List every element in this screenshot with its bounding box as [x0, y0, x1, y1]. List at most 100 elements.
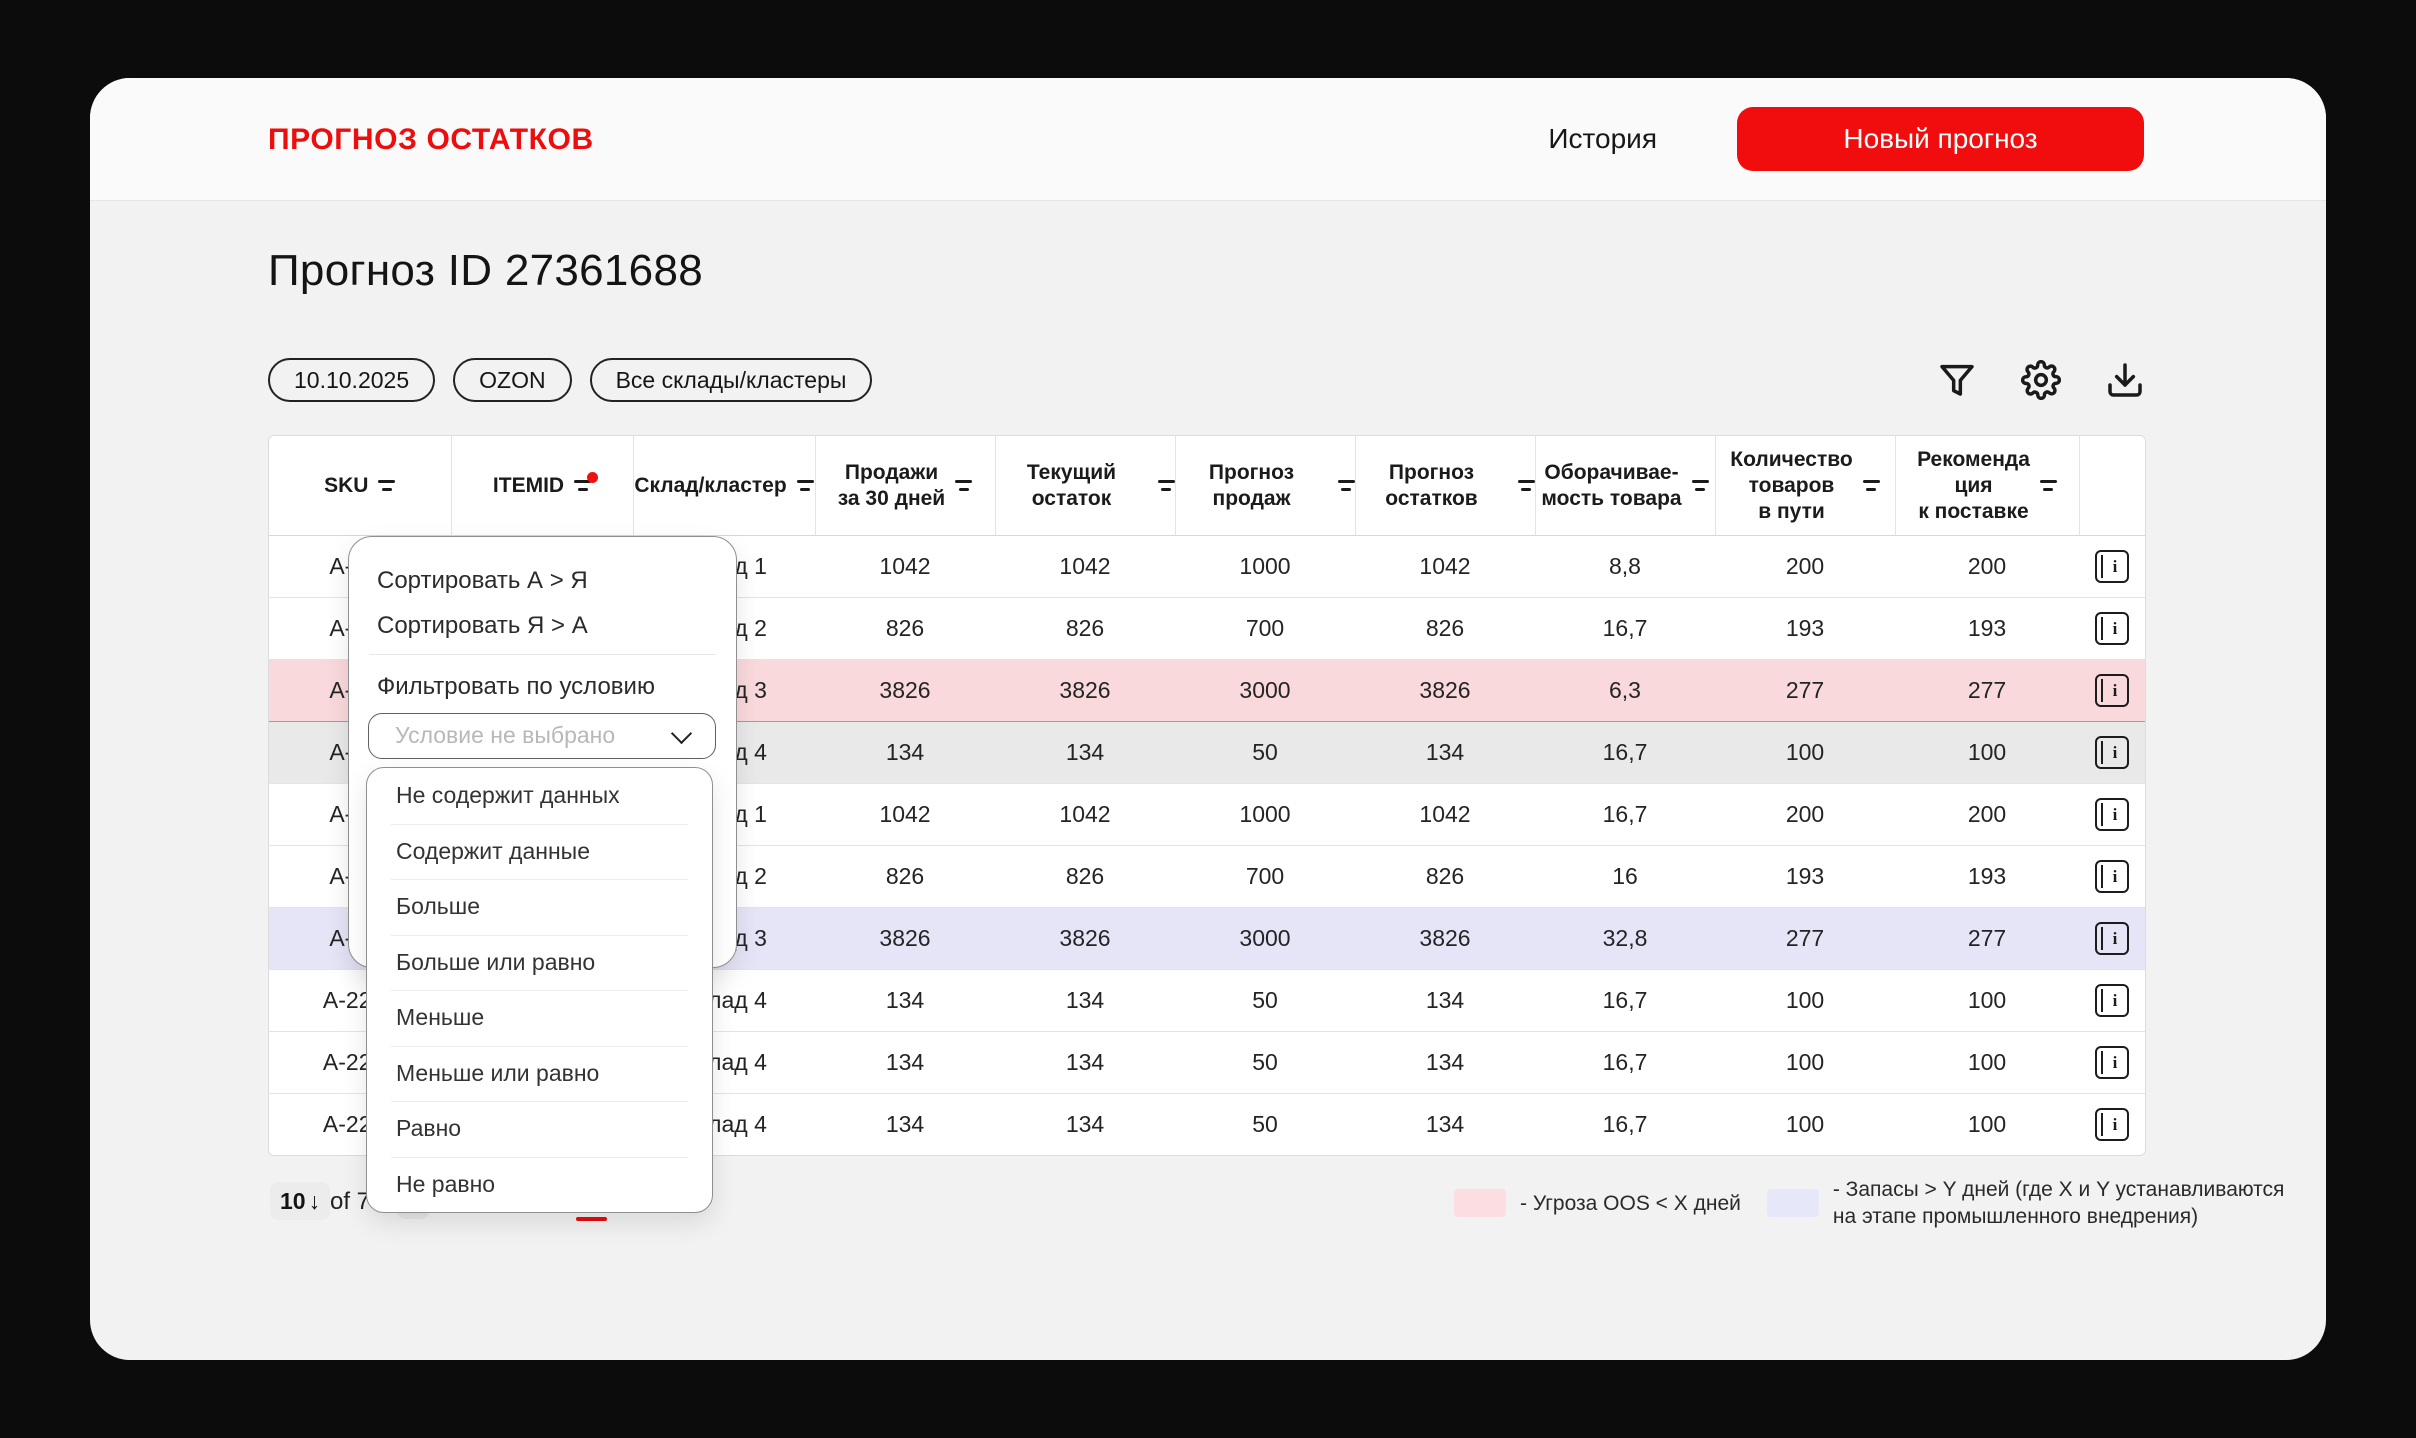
column-filter-icon[interactable] [1863, 480, 1880, 491]
condition-select[interactable]: Условие не выбрано [368, 713, 716, 759]
cell-current_stock: 134 [995, 1032, 1175, 1094]
app-window: ПРОГНОЗ ОСТАТКОВ История Новый прогноз П… [90, 78, 2326, 1360]
download-icon[interactable] [2104, 360, 2146, 402]
cell-sales_30d: 134 [815, 970, 995, 1032]
col-header-рекоменда-ция-к-поставке: Рекоменда ция к поставке [1895, 436, 2079, 536]
condition-option-1[interactable]: Содержит данные [367, 824, 712, 880]
topbar: ПРОГНОЗ ОСТАТКОВ История Новый прогноз [90, 78, 2326, 201]
col-header-label: Продажи за 30 дней [838, 460, 945, 512]
condition-option-2[interactable]: Больше [367, 879, 712, 935]
col-header-текущий-остаток: Текущий остаток [995, 436, 1175, 536]
col-header-label: Рекоменда ция к поставке [1917, 447, 2030, 525]
column-filter-icon[interactable] [1518, 480, 1535, 491]
column-filter-icon[interactable] [955, 480, 972, 491]
cell-supply_recommendation: 100 [1895, 1032, 2079, 1094]
column-filter-icon[interactable] [797, 480, 814, 491]
col-header-склад/кластер: Склад/кластер [633, 436, 815, 536]
table-toolbar [1936, 360, 2146, 402]
menu-item-sort-za[interactable]: Сортировать Я > А [349, 606, 736, 646]
cell-current_stock: 3826 [995, 660, 1175, 722]
filter-chip-2[interactable]: Все склады/кластеры [590, 358, 873, 402]
col-header-actions [2079, 436, 2145, 536]
legend-item-1: - Запасы > Y дней (где X и Y устанавлива… [1767, 1176, 2285, 1230]
cell-sales_forecast: 50 [1175, 970, 1355, 1032]
page-title: Прогноз ID 27361688 [268, 246, 703, 296]
cell-current_stock: 134 [995, 1094, 1175, 1156]
col-header-label: Оборачивае- мость товара [1541, 460, 1681, 512]
row-info-button[interactable]: i [2095, 1046, 2129, 1079]
row-info-button[interactable]: i [2095, 860, 2129, 893]
settings-gear-icon[interactable] [2020, 360, 2062, 402]
row-info-button[interactable]: i [2095, 674, 2129, 707]
menu-item-sort-az[interactable]: Сортировать А > Я [349, 561, 736, 601]
col-header-label: Прогноз остатков [1356, 460, 1508, 512]
cell-supply_recommendation: 100 [1895, 1094, 2079, 1156]
row-info-button[interactable]: i [2095, 550, 2129, 583]
active-filter-dot [587, 472, 598, 483]
cell-current_stock: 134 [995, 970, 1175, 1032]
cell-turnover: 32,8 [1535, 908, 1715, 970]
cell-actions: i [2079, 1094, 2145, 1156]
cell-sales_forecast: 50 [1175, 722, 1355, 784]
row-info-button[interactable]: i [2095, 1108, 2129, 1141]
row-info-button[interactable]: i [2095, 736, 2129, 769]
column-filter-icon[interactable] [574, 480, 591, 491]
condition-option-4[interactable]: Меньше [367, 990, 712, 1046]
cell-sales_30d: 3826 [815, 660, 995, 722]
condition-option-5[interactable]: Меньше или равно [367, 1046, 712, 1102]
cell-turnover: 16 [1535, 846, 1715, 908]
cell-actions: i [2079, 970, 2145, 1032]
legend-label: - Угроза OOS < X дней [1520, 1190, 1741, 1217]
col-header-label: SKU [324, 473, 368, 499]
cell-supply_recommendation: 200 [1895, 536, 2079, 598]
cell-actions: i [2079, 598, 2145, 660]
col-header-label: Прогноз продаж [1176, 460, 1328, 512]
cell-stock_forecast: 134 [1355, 1032, 1535, 1094]
table-header-row: SKUITEMIDСклад/кластерПродажи за 30 дней… [269, 436, 2145, 536]
cell-in_transit: 100 [1715, 970, 1895, 1032]
nav-history-link[interactable]: История [1548, 123, 1657, 155]
filter-icon[interactable] [1936, 360, 1978, 402]
cell-actions: i [2079, 536, 2145, 598]
cell-sales_forecast: 50 [1175, 1094, 1355, 1156]
condition-option-6[interactable]: Равно [367, 1101, 712, 1157]
filter-chip-1[interactable]: OZON [453, 358, 571, 402]
row-color-legend: - Угроза OOS < X дней - Запасы > Y дней (… [1454, 1176, 2284, 1230]
chevron-down-icon [671, 723, 692, 744]
col-header-label: Количество товаров в пути [1730, 447, 1852, 525]
row-info-button[interactable]: i [2095, 922, 2129, 955]
cell-stock_forecast: 1042 [1355, 536, 1535, 598]
cell-in_transit: 200 [1715, 536, 1895, 598]
cell-turnover: 8,8 [1535, 536, 1715, 598]
info-document-icon: i [2095, 550, 2129, 583]
row-info-button[interactable]: i [2095, 612, 2129, 645]
info-document-icon: i [2095, 860, 2129, 893]
cell-supply_recommendation: 193 [1895, 598, 2079, 660]
page-size-selector[interactable]: 10↓ [270, 1182, 330, 1220]
cell-sales_30d: 826 [815, 598, 995, 660]
filter-chip-0[interactable]: 10.10.2025 [268, 358, 435, 402]
cell-sales_30d: 1042 [815, 784, 995, 846]
column-filter-icon[interactable] [378, 480, 395, 491]
column-filter-icon[interactable] [1692, 480, 1709, 491]
column-filter-icon[interactable] [2040, 480, 2057, 491]
row-info-button[interactable]: i [2095, 798, 2129, 831]
cell-sales_30d: 134 [815, 1094, 995, 1156]
cell-current_stock: 1042 [995, 536, 1175, 598]
screen: ПРОГНОЗ ОСТАТКОВ История Новый прогноз П… [0, 0, 2416, 1438]
cell-in_transit: 193 [1715, 598, 1895, 660]
column-filter-icon[interactable] [1158, 480, 1175, 491]
cell-supply_recommendation: 277 [1895, 660, 2079, 722]
cell-stock_forecast: 3826 [1355, 908, 1535, 970]
cell-sales_forecast: 700 [1175, 846, 1355, 908]
condition-option-7[interactable]: Не равно [367, 1157, 712, 1213]
condition-option-3[interactable]: Больше или равно [367, 935, 712, 991]
condition-option-0[interactable]: Не содержит данных [367, 768, 712, 824]
column-filter-icon[interactable] [1338, 480, 1355, 491]
page-size-value: 10 [280, 1188, 306, 1215]
row-info-button[interactable]: i [2095, 984, 2129, 1017]
col-header-sku: SKU [269, 436, 451, 536]
cell-in_transit: 100 [1715, 1094, 1895, 1156]
cell-in_transit: 200 [1715, 784, 1895, 846]
new-forecast-button[interactable]: Новый прогноз [1737, 107, 2144, 171]
